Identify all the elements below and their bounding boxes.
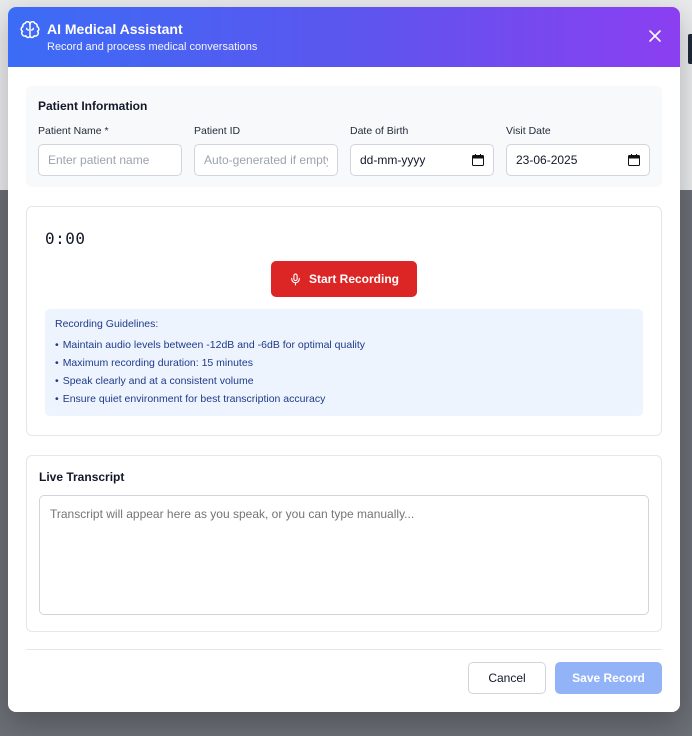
start-recording-button[interactable]: Start Recording <box>271 261 417 297</box>
date-of-birth-field-group: Date of Birth dd-mm-yyyy <box>350 125 494 176</box>
patient-information-section: Patient Information Patient Name * Enter… <box>26 86 662 187</box>
header-text: AI Medical Assistant Record and process … <box>47 20 644 55</box>
patient-name-input[interactable]: Enter patient name <box>38 144 182 176</box>
modal-header: AI Medical Assistant Record and process … <box>8 7 680 67</box>
calendar-icon[interactable] <box>628 154 640 166</box>
save-record-button[interactable]: Save Record <box>555 662 662 694</box>
recording-section: 0:00 Start Recording Recording Guideline… <box>26 206 662 436</box>
date-of-birth-label: Date of Birth <box>350 125 409 137</box>
visit-date-input[interactable]: 23-06-2025 <box>506 144 650 176</box>
calendar-icon[interactable] <box>472 154 484 166</box>
patient-id-field-group: Patient ID Auto-generated if empty <box>194 125 338 176</box>
backdrop-tab <box>688 34 692 64</box>
patient-id-label: Patient ID <box>194 125 241 137</box>
patient-id-input[interactable]: Auto-generated if empty <box>194 144 338 176</box>
modal-footer: Cancel Save Record <box>26 649 662 712</box>
recording-button-wrap: Start Recording <box>45 261 643 297</box>
modal-subtitle: Record and process medical conversations <box>47 40 258 53</box>
footer-buttons: Cancel Save Record <box>468 662 662 694</box>
medical-assistant-modal: AI Medical Assistant Record and process … <box>8 7 680 712</box>
recording-guidelines: Recording Guidelines: Maintain audio lev… <box>45 309 643 416</box>
close-icon <box>649 30 661 42</box>
guideline-item: Maximum recording duration: 15 minutes <box>55 354 633 372</box>
patient-information-title: Patient Information <box>38 99 148 113</box>
patient-id-placeholder: Auto-generated if empty <box>204 153 328 167</box>
date-of-birth-value: dd-mm-yyyy <box>360 153 426 167</box>
guidelines-list: Maintain audio levels between -12dB and … <box>55 336 633 408</box>
patient-name-placeholder: Enter patient name <box>48 153 150 167</box>
visit-date-field-group: Visit Date 23-06-2025 <box>506 125 650 176</box>
brain-icon <box>20 20 40 40</box>
guidelines-title: Recording Guidelines: <box>55 318 159 330</box>
patient-name-field-group: Patient Name * Enter patient name <box>38 125 182 176</box>
live-transcript-title: Live Transcript <box>39 470 125 484</box>
guideline-item: Maintain audio levels between -12dB and … <box>55 336 633 354</box>
recording-timer: 0:00 <box>45 229 86 248</box>
guideline-item: Speak clearly and at a consistent volume <box>55 372 633 390</box>
guideline-item: Ensure quiet environment for best transc… <box>55 390 633 408</box>
microphone-icon <box>291 273 300 285</box>
patient-name-label: Patient Name * <box>38 125 109 137</box>
live-transcript-section: Live Transcript <box>26 455 662 632</box>
close-button[interactable] <box>644 25 666 47</box>
modal-body: Patient Information Patient Name * Enter… <box>8 67 680 632</box>
visit-date-value: 23-06-2025 <box>516 153 578 167</box>
start-recording-label: Start Recording <box>308 272 399 286</box>
visit-date-label: Visit Date <box>506 125 551 137</box>
cancel-button[interactable]: Cancel <box>468 662 546 694</box>
patient-fields: Patient Name * Enter patient name Patien… <box>38 125 650 176</box>
modal-title: AI Medical Assistant <box>47 20 183 37</box>
transcript-textarea[interactable] <box>39 495 649 615</box>
date-of-birth-input[interactable]: dd-mm-yyyy <box>350 144 494 176</box>
